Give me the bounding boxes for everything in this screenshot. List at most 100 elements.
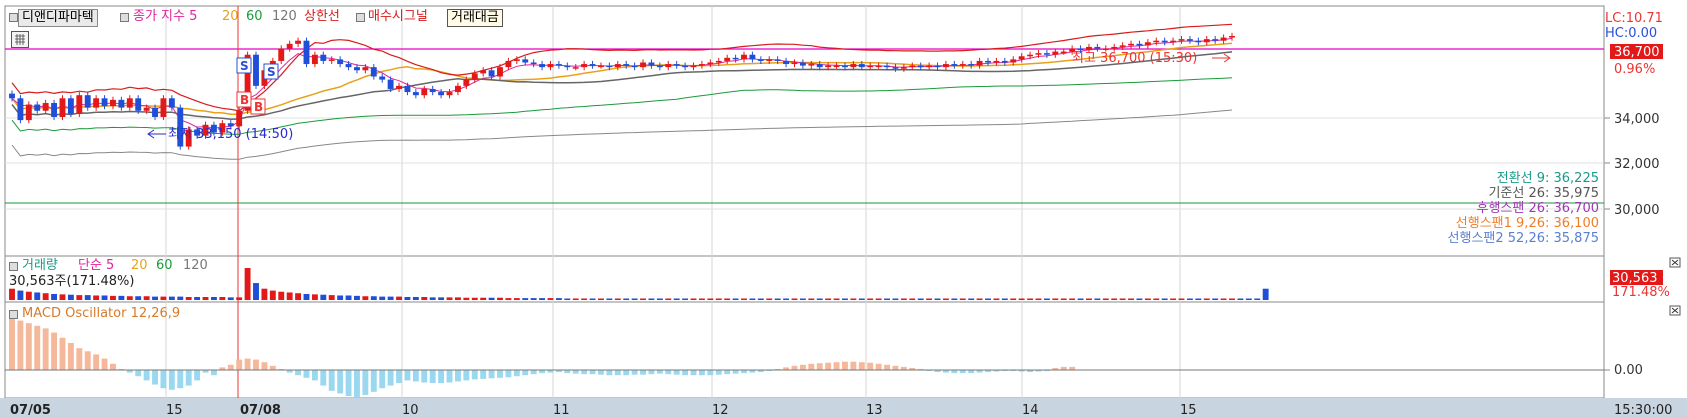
legend-menu-icon[interactable] [120,13,129,22]
macd-menu-icon[interactable] [9,310,18,319]
macd-bar [396,370,402,383]
candle-body [253,54,259,86]
volume-bar [799,298,806,300]
volume-bar [833,298,840,300]
legend-ma120[interactable]: 120 [272,9,297,25]
macd-bar [497,370,503,378]
macd-bar [253,359,259,370]
candle-body [354,67,360,71]
volume-bar [160,296,167,300]
legend-ma20[interactable]: 20 [222,9,239,25]
candle-body [614,64,621,68]
volume-bar [227,297,234,300]
macd-legend-label[interactable]: MACD Oscillator 12,26,9 [22,306,180,322]
tooltip-trade-amount: 거래대금 [447,9,503,27]
candle-body [25,104,32,121]
candle-body [766,59,773,61]
candle-body [34,104,41,111]
macd-bar [17,320,24,370]
volume-bar [648,298,655,300]
volume-bar [698,298,705,300]
candle-body [555,64,562,66]
candle-body [951,64,958,66]
candle-body [757,59,764,61]
candle-body [1094,46,1101,49]
volume-bar [463,297,470,300]
candle-body [640,62,646,68]
legend-buy-signal[interactable]: 매수시그널 [368,9,428,25]
volume-bar [1153,298,1160,300]
macd-bar [707,370,714,376]
candle-body [1212,39,1219,41]
macd-bar [135,370,142,377]
candle-body [547,64,554,68]
candle-body [917,65,924,68]
macd-bar [101,358,108,370]
candle-body [412,92,419,96]
volume-bar [126,296,133,300]
volume-bar [17,290,24,300]
macd-bar [93,354,100,370]
panel-menu-icon[interactable] [9,13,18,22]
stock-chart-window: S S B B 최고 36,700 (15:30) 최저 33,150 (14:… [0,0,1687,418]
time-label: 14 [1022,403,1039,418]
stock-name-button[interactable]: 디앤디파마텍 [18,9,98,27]
candle-body [858,64,865,68]
volume-bar [513,298,520,300]
macd-bar [152,370,158,385]
candle-body [1043,53,1050,55]
volume-bar [42,293,49,300]
grid-icon[interactable] [11,31,29,48]
candle-body [446,92,453,96]
candle-body [589,64,596,66]
volume-bar [1069,298,1076,300]
macd-bar [269,365,276,370]
volume-legend-sma5[interactable]: 단순 5 [78,258,114,274]
legend-upper-band[interactable]: 상한선 [304,9,340,25]
candle-body [84,95,91,108]
signal-menu-icon[interactable] [356,13,365,22]
volume-bar [900,298,907,300]
close-icon[interactable] [1669,257,1681,268]
macd-bar [530,370,537,375]
current-time: 15:30:00 [1614,403,1672,418]
price-tick: 30,000 [1614,203,1660,218]
candle-body [631,65,638,68]
volume-legend-sma60[interactable]: 60 [156,258,173,274]
candle-body [530,62,537,65]
candle-body [850,64,857,68]
macd-bar [572,370,579,374]
volume-legend-sma120[interactable]: 120 [183,258,208,274]
macd-bar [303,370,310,378]
candle-body [698,64,705,66]
candle-body [387,79,394,89]
volume-bar [67,294,74,300]
candle-body [379,76,386,80]
candle-body [1052,51,1059,55]
close-icon[interactable] [1669,305,1681,316]
volume-bar [1128,298,1134,300]
macd-bar [480,370,487,379]
volume-bar [446,297,453,300]
volume-bar [715,298,722,300]
macd-bar [488,370,495,379]
volume-current-value: 30,563주(171.48%) [9,274,135,289]
legend-close-ma5[interactable]: 종가 지수 5 [133,9,197,25]
candle-body [152,107,158,117]
volume-legend-label[interactable]: 거래량 [22,258,58,274]
macd-bar [825,362,832,370]
macd-bar [884,364,890,370]
volume-menu-icon[interactable] [9,262,18,271]
change-pct: 0.96% [1614,62,1655,77]
volume-bar [934,298,941,300]
ichimoku-conversion-label: 전환선 9: 36,225 [1496,171,1599,186]
volume-bar [724,298,731,300]
macd-bar [34,325,41,370]
volume-legend-sma20[interactable]: 20 [131,258,148,274]
candle-body [833,65,840,68]
volume-bar [985,298,991,300]
volume-bar [564,298,571,300]
volume-pct: 171.48% [1612,285,1670,300]
macd-bar [168,370,175,390]
legend-ma60[interactable]: 60 [246,9,263,25]
